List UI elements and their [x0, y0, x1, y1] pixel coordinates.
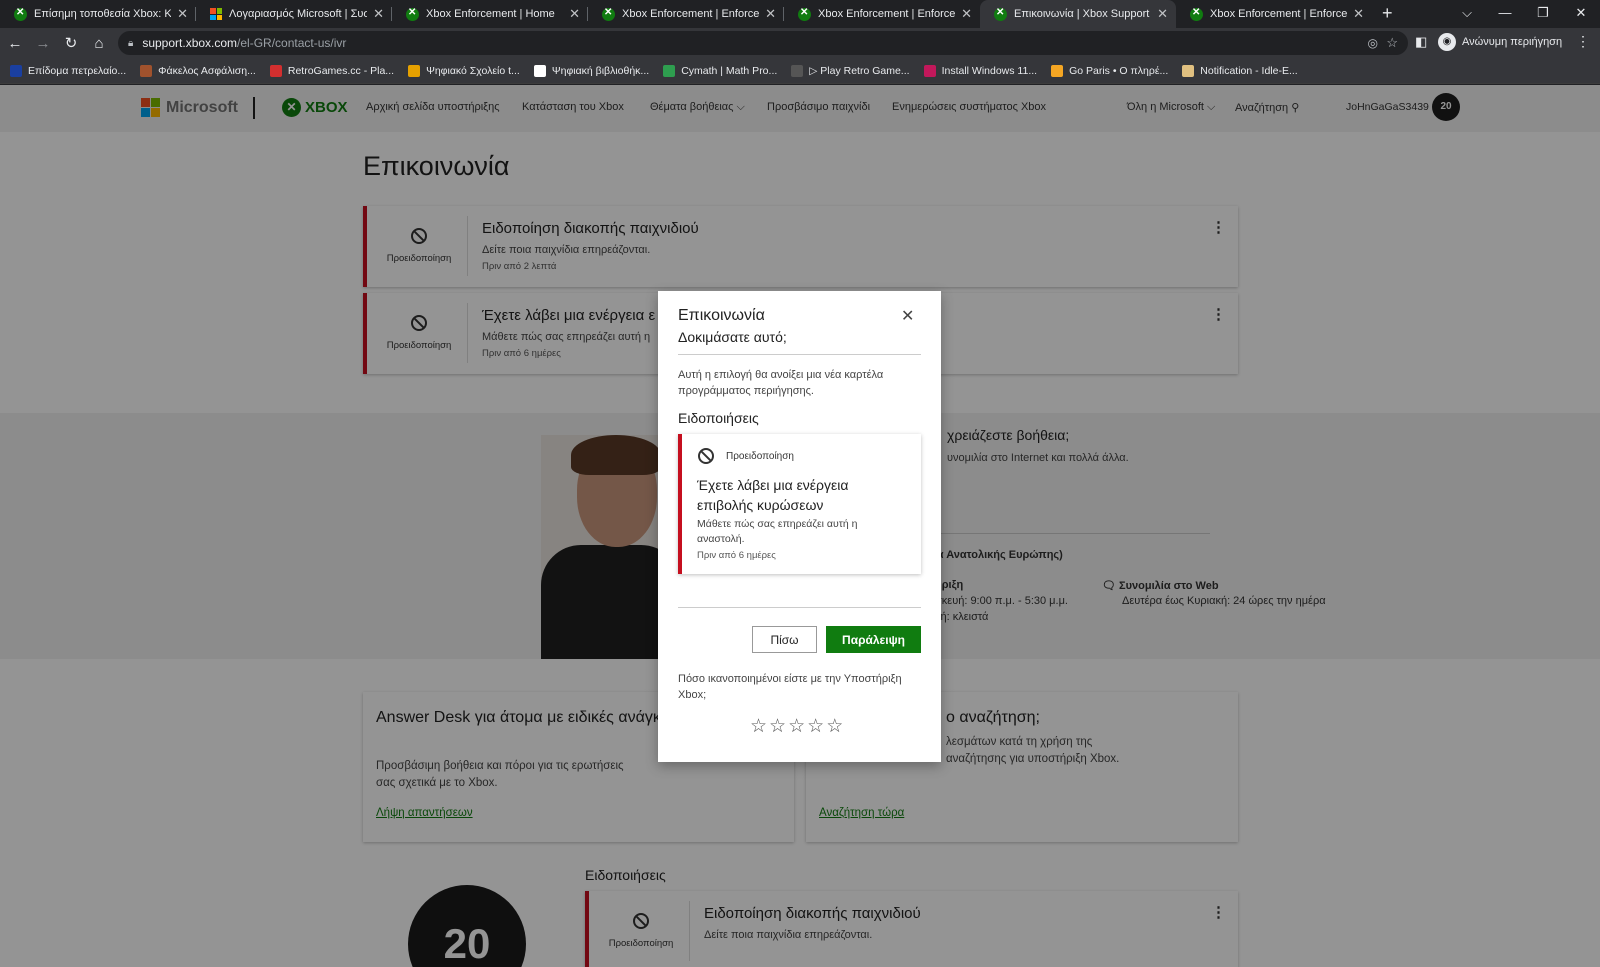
close-tab-icon[interactable]: ✕	[569, 6, 580, 22]
browser-tab[interactable]: Xbox Enforcement | Home✕	[392, 0, 588, 28]
bookmark-item[interactable]: Φάκελος Ασφάλιση...	[140, 64, 256, 77]
bookmarks-bar: Επίδομα πετρελαίο... Φάκελος Ασφάλιση... R…	[0, 58, 1600, 84]
window-controls: ⌵ — ❐ ✕	[1448, 0, 1600, 26]
xbox-icon	[14, 7, 27, 21]
xbox-icon	[602, 7, 615, 21]
close-tab-icon[interactable]: ✕	[1353, 6, 1364, 22]
lock-icon[interactable]: 🔒︎	[128, 38, 133, 49]
notification-desc: Μάθετε πώς σας επηρεάζει αυτή η αναστολή…	[697, 518, 858, 545]
xbox-icon	[406, 7, 419, 21]
bookmark-item[interactable]: Ψηφιακή βιβλιοθήκ...	[533, 64, 649, 77]
restore-icon[interactable]: ❐	[1524, 0, 1562, 26]
tab-strip: Επίσημη τοποθεσία Xbox: Κονσ✕ Λογαριασμό…	[0, 0, 1600, 28]
bookmark-favicon-icon	[1051, 64, 1064, 77]
dialog-subtitle: Δοκιμάσατε αυτό;	[678, 329, 787, 345]
dialog-title: Επικοινωνία	[678, 307, 765, 324]
star-icon[interactable]: ☆	[769, 716, 788, 737]
skip-button[interactable]: Παράλειψη	[826, 626, 921, 653]
notifications-heading: Ειδοποιήσεις	[678, 410, 759, 426]
back-button[interactable]: Πίσω	[752, 626, 817, 653]
close-tab-icon[interactable]: ✕	[961, 6, 972, 22]
notification-title[interactable]: Έχετε λάβει μια ενέργεια επιβολής κυρώσε…	[697, 475, 907, 515]
incognito-indicator[interactable]: ◉ Ανώνυμη περιήγηση	[1438, 33, 1562, 51]
bookmark-favicon-icon	[140, 64, 153, 77]
browser-tab[interactable]: Επίσημη τοποθεσία Xbox: Κονσ✕	[0, 0, 196, 28]
url-host: support.xbox.com	[142, 36, 238, 50]
ban-icon	[698, 448, 714, 464]
tab-search-icon[interactable]: ⌵	[1448, 0, 1486, 26]
contact-dialog: Επικοινωνία Δοκιμάσατε αυτό; ✕ Αυτή η επ…	[658, 291, 941, 762]
close-tab-icon[interactable]: ✕	[373, 6, 384, 22]
dialog-text: Αυτή η επιλογή θα ανοίξει μια νέα καρτέλ…	[678, 369, 884, 397]
warning-label: Προειδοποίηση	[726, 451, 794, 462]
incognito-icon: ◉	[1438, 33, 1456, 51]
xbox-icon	[994, 7, 1007, 21]
star-rating: ☆☆☆☆☆	[750, 715, 845, 738]
close-icon[interactable]: ✕	[901, 306, 914, 326]
notification-card[interactable]: Προειδοποίηση Έχετε λάβει μια ενέργεια ε…	[678, 434, 921, 574]
bookmark-favicon-icon	[10, 64, 22, 77]
bookmark-favicon-icon	[408, 64, 421, 77]
close-tab-icon[interactable]: ✕	[177, 6, 188, 22]
bookmark-favicon-icon	[923, 64, 936, 77]
bookmark-item[interactable]: Ψηφιακό Σχολείο t...	[408, 64, 520, 77]
bookmark-favicon-icon	[533, 64, 546, 77]
bookmark-item[interactable]: RetroGames.cc - Pla...	[269, 64, 394, 77]
rating-question: Πόσο ικανοποιημένοι είστε με την Υποστήρ…	[678, 673, 902, 701]
forward-icon[interactable]: →	[30, 35, 56, 52]
bookmark-item[interactable]: Install Windows 11...	[923, 64, 1037, 77]
star-icon[interactable]: ☆	[826, 716, 845, 737]
browser-toolbar: ← → ↻ ⌂ 🔒︎ support.xbox.com/el-GR/contac…	[0, 28, 1600, 58]
notification-time: Πριν από 6 ημέρες	[697, 550, 776, 561]
xbox-icon	[798, 7, 811, 21]
browser-tab[interactable]: Xbox Enforcement | Enforcemen✕	[784, 0, 980, 28]
browser-menu-icon[interactable]: ⋮	[1576, 33, 1590, 50]
bookmark-star-icon[interactable]: ☆	[1386, 35, 1398, 51]
bookmark-favicon-icon	[269, 64, 282, 77]
browser-tab[interactable]: Λογαριασμός Microsoft | Συσκε ✕	[196, 0, 392, 28]
bookmark-item[interactable]: Cymath | Math Pro...	[663, 64, 777, 77]
close-tab-icon[interactable]: ✕	[1157, 6, 1168, 22]
sidepanel-icon[interactable]: ◧	[1415, 34, 1427, 50]
close-tab-icon[interactable]: ✕	[765, 6, 776, 22]
address-bar[interactable]: 🔒︎ support.xbox.com/el-GR/contact-us/ivr…	[118, 31, 1408, 55]
browser-tab-active[interactable]: Επικοινωνία | Xbox Support✕	[980, 0, 1176, 28]
url-path: /el-GR/contact-us/ivr	[237, 36, 347, 50]
xbox-icon	[1190, 7, 1203, 21]
bookmark-item[interactable]: Notification - Idle-E...	[1182, 64, 1298, 77]
back-icon[interactable]: ←	[2, 35, 28, 52]
divider	[678, 354, 921, 355]
browser-tab[interactable]: Xbox Enforcement | Enforcemen✕	[588, 0, 784, 28]
close-window-icon[interactable]: ✕	[1562, 0, 1600, 26]
star-icon[interactable]: ☆	[788, 716, 807, 737]
reload-icon[interactable]: ↻	[58, 34, 84, 52]
bookmark-favicon-icon	[663, 64, 676, 77]
bookmark-item[interactable]: Go Paris • Ο πληρέ...	[1051, 64, 1168, 77]
microsoft-icon	[210, 8, 222, 20]
new-tab-button[interactable]: +	[1382, 0, 1393, 28]
star-icon[interactable]: ☆	[750, 716, 769, 737]
bookmark-favicon-icon	[791, 64, 804, 77]
bookmark-item[interactable]: ▷ Play Retro Game...	[791, 64, 910, 77]
bookmark-item[interactable]: Επίδομα πετρελαίο...	[10, 64, 126, 77]
minimize-icon[interactable]: —	[1486, 0, 1524, 26]
star-icon[interactable]: ☆	[807, 716, 826, 737]
home-icon[interactable]: ⌂	[86, 35, 112, 52]
bookmark-favicon-icon	[1182, 64, 1195, 77]
divider	[678, 607, 921, 608]
eye-off-icon[interactable]: ◎	[1368, 36, 1378, 50]
browser-tab[interactable]: Xbox Enforcement | Enforcemen✕	[1176, 0, 1372, 28]
